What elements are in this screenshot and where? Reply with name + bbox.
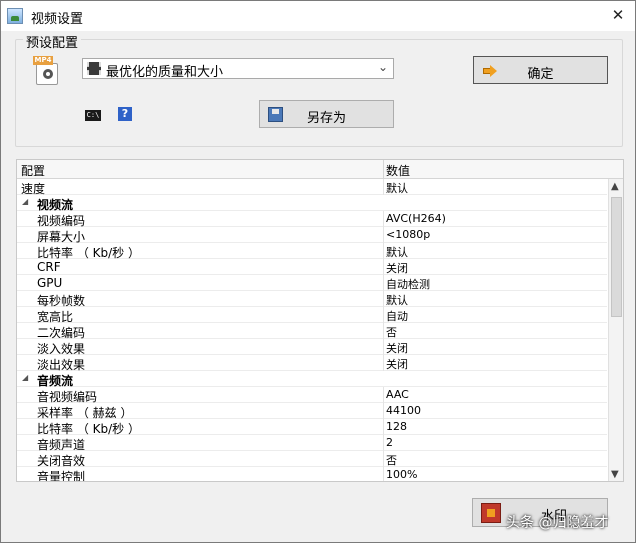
property-value[interactable]: 自动 xyxy=(386,308,408,324)
film-reel-icon xyxy=(43,69,53,79)
cell-divider xyxy=(383,419,384,435)
scroll-down-icon[interactable]: ▼ xyxy=(611,469,619,480)
table-row[interactable]: 音频声道 2 xyxy=(17,435,607,452)
command-line-icon[interactable]: C:\ xyxy=(85,110,101,121)
help-icon[interactable]: ? xyxy=(118,107,132,121)
mp4-tag: MP4 xyxy=(33,56,53,65)
ok-button[interactable]: 确定 xyxy=(473,56,608,84)
table-row[interactable]: 视频编码 AVC(H264) xyxy=(17,211,607,228)
property-value[interactable]: 关闭 xyxy=(386,260,408,276)
cell-divider xyxy=(383,451,384,467)
table-row[interactable]: 比特率 （ Kb/秒 ） 128 xyxy=(17,419,607,436)
property-value[interactable]: 否 xyxy=(386,324,397,340)
cell-divider xyxy=(383,307,384,323)
table-row[interactable]: 宽高比 自动 xyxy=(17,307,607,324)
film-strip-icon xyxy=(87,62,101,75)
scrollbar-thumb[interactable] xyxy=(611,197,622,317)
property-value[interactable]: 默认 xyxy=(386,292,408,308)
cell-divider xyxy=(383,259,384,275)
collapse-toggle-icon[interactable]: ◢ xyxy=(22,197,28,206)
property-value[interactable]: 默认 xyxy=(386,244,408,260)
table-row[interactable]: 屏幕大小 <1080p xyxy=(17,227,607,244)
property-value[interactable]: 128 xyxy=(386,420,407,433)
table-row[interactable]: 速度 默认 xyxy=(17,179,607,196)
cell-divider xyxy=(383,211,384,227)
property-value[interactable]: <1080p xyxy=(386,228,430,241)
grid-category-row[interactable]: ◢ 音频流 xyxy=(17,371,607,388)
table-row[interactable]: CRF 关闭 xyxy=(17,259,607,275)
grid-category-row[interactable]: ◢ 视频流 xyxy=(17,195,607,212)
property-value[interactable]: 44100 xyxy=(386,404,421,417)
property-name: CRF xyxy=(37,260,61,274)
grid-rows: 速度 默认 ◢ 视频流 视频编码 AVC(H264) 屏幕大小 <1080p 比特率 （ Kb/… xyxy=(17,179,607,482)
preset-dropdown[interactable]: 最优化的质量和大小 ⌄ xyxy=(82,58,394,80)
mp4-icon-body xyxy=(36,63,58,85)
mp4-format-icon: MP4 xyxy=(33,56,61,86)
ok-button-label: 确定 xyxy=(527,67,554,82)
cell-divider xyxy=(383,275,384,291)
settings-property-grid: 配置 数值 速度 默认 ◢ 视频流 视频编码 AVC(H264) 屏幕大小 <1080p 比特率… xyxy=(16,159,624,482)
property-value[interactable]: 否 xyxy=(386,452,397,468)
property-value[interactable]: AAC xyxy=(386,388,409,401)
table-row[interactable]: 淡入效果 关闭 xyxy=(17,339,607,356)
save-as-button-label: 另存为 xyxy=(306,111,346,126)
table-row[interactable]: 音量控制 100% xyxy=(17,467,607,482)
window-title: 视频设置 xyxy=(31,12,84,27)
scroll-up-icon[interactable]: ▲ xyxy=(611,181,619,192)
collapse-toggle-icon[interactable]: ◢ xyxy=(22,373,28,382)
cell-divider xyxy=(383,339,384,355)
property-value[interactable]: 自动检测 xyxy=(386,276,430,292)
property-value[interactable]: 关闭 xyxy=(386,356,408,372)
cell-divider xyxy=(383,179,384,195)
cell-divider xyxy=(383,467,384,481)
table-row[interactable]: 淡出效果 关闭 xyxy=(17,355,607,372)
grid-header: 配置 数值 xyxy=(17,160,623,179)
column-divider[interactable] xyxy=(383,160,384,179)
cell-divider xyxy=(383,323,384,339)
close-button[interactable]: ✕ xyxy=(609,6,627,24)
cell-divider xyxy=(383,227,384,243)
property-name: 音量控制 xyxy=(37,470,86,482)
property-value[interactable]: 默认 xyxy=(386,180,408,196)
table-row[interactable]: 采样率 （ 赫兹 ） 44100 xyxy=(17,403,607,420)
cell-divider xyxy=(383,355,384,371)
cell-divider xyxy=(383,435,384,451)
table-row[interactable]: 音视频编码 AAC xyxy=(17,387,607,404)
table-row[interactable]: 每秒帧数 默认 xyxy=(17,291,607,308)
video-settings-window: 视频设置 ✕ 预设配置 MP4 最优化的质量和大小 ⌄ 确定 C:\ ? 另存为… xyxy=(0,0,636,543)
property-value[interactable]: 100% xyxy=(386,468,417,481)
table-row[interactable]: 关闭音效否 xyxy=(17,451,607,468)
preset-selected-value: 最优化的质量和大小 xyxy=(106,65,224,80)
title-bar: 视频设置 ✕ xyxy=(1,1,635,31)
app-icon xyxy=(7,8,23,24)
table-row[interactable]: 二次编码否 xyxy=(17,323,607,340)
watermark-overlay: 头条 @归隐羞才 xyxy=(506,515,609,531)
cell-divider xyxy=(383,403,384,419)
cell-divider xyxy=(383,291,384,307)
column-header-name: 配置 xyxy=(21,164,46,178)
property-name: GPU xyxy=(37,276,63,290)
cell-divider xyxy=(383,387,384,403)
chevron-down-icon[interactable]: ⌄ xyxy=(378,60,388,74)
column-header-value: 数值 xyxy=(386,164,411,178)
cell-divider xyxy=(383,243,384,259)
preset-group-label: 预设配置 xyxy=(23,32,82,51)
stop-icon xyxy=(481,503,501,523)
grid-scrollbar[interactable]: ▲ ▼ xyxy=(608,179,623,481)
property-value[interactable]: 关闭 xyxy=(386,340,408,356)
property-value[interactable]: 2 xyxy=(386,436,393,449)
save-as-button[interactable]: 另存为 xyxy=(259,100,394,128)
property-value[interactable]: AVC(H264) xyxy=(386,212,446,225)
table-row[interactable]: GPU 自动检测 xyxy=(17,275,607,291)
table-row[interactable]: 比特率 （ Kb/秒 ）默认 xyxy=(17,243,607,260)
